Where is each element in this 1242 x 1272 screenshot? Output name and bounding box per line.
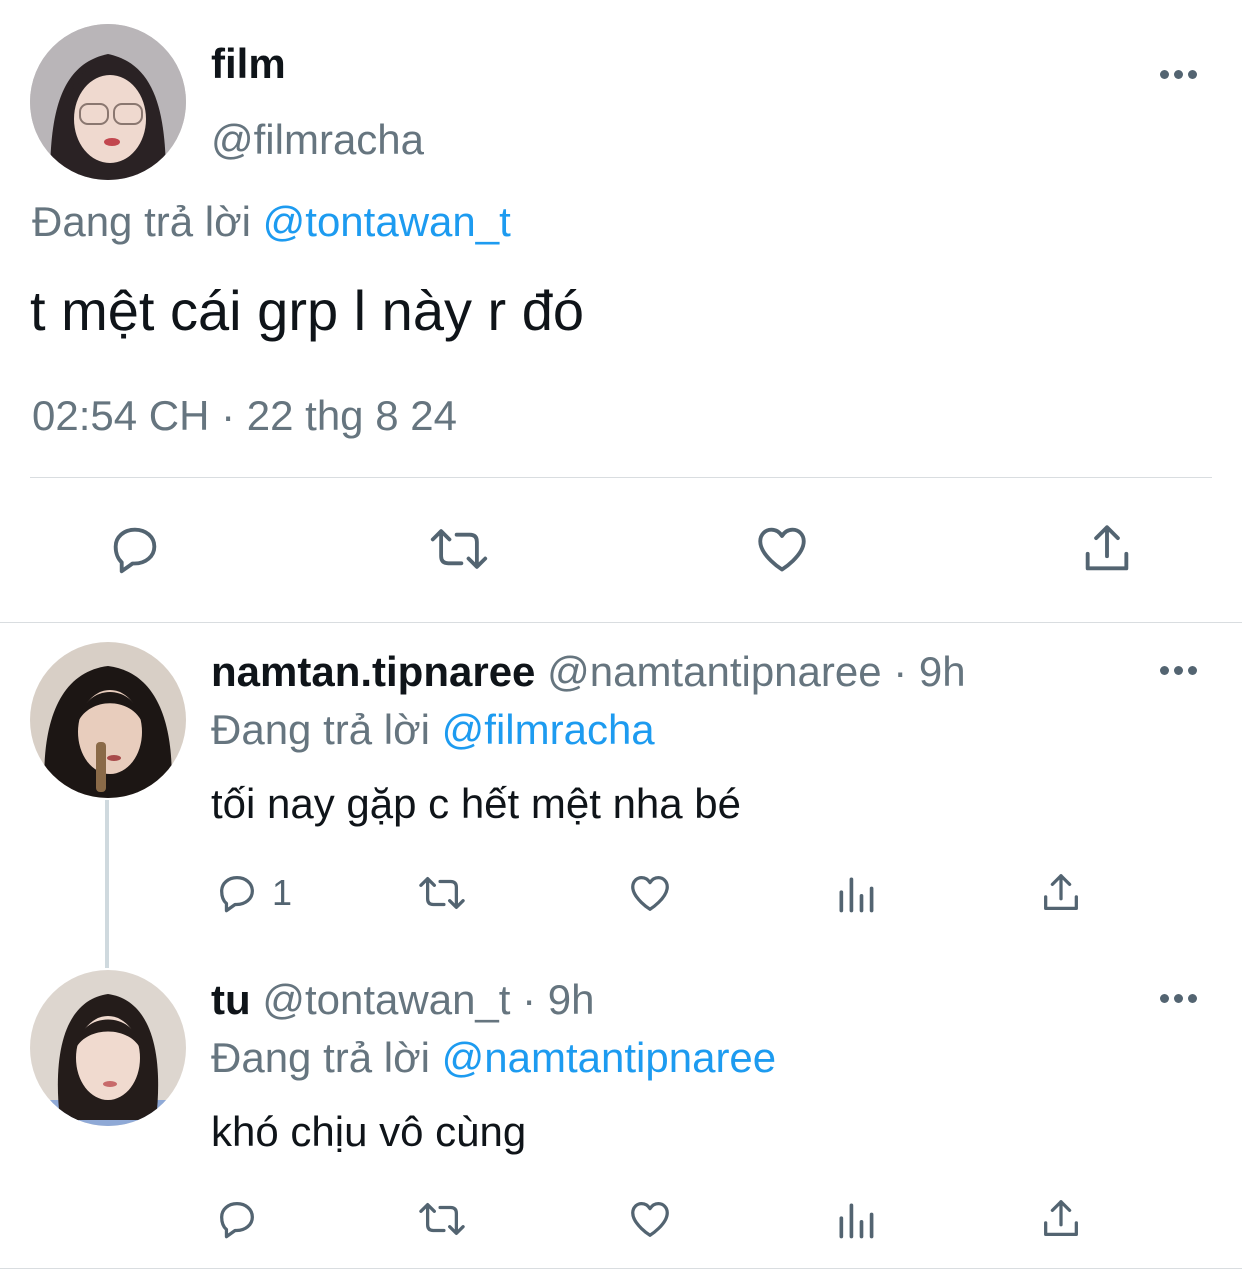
more-icon[interactable] — [1160, 666, 1197, 675]
thread-line — [105, 800, 109, 968]
more-icon[interactable] — [1160, 70, 1197, 79]
bottom-divider — [0, 1268, 1242, 1269]
display-name[interactable]: namtan.tipnaree — [211, 648, 535, 695]
reply-to-link[interactable]: @filmracha — [442, 706, 655, 753]
heart-icon[interactable] — [752, 520, 812, 578]
views-icon[interactable] — [834, 872, 878, 916]
reply-count: 1 — [272, 872, 293, 913]
user-handle[interactable]: @filmracha — [211, 116, 424, 164]
heart-icon[interactable] — [626, 1196, 674, 1242]
display-name[interactable]: tu — [211, 976, 251, 1023]
replying-to: Đang trả lời @namtantipnaree — [211, 1034, 776, 1082]
replying-to: Đang trả lời @tontawan_t — [32, 198, 511, 246]
avatar-namtan[interactable] — [30, 642, 186, 798]
reply-icon[interactable] — [106, 520, 164, 578]
share-icon[interactable] — [1038, 1196, 1084, 1242]
reply-icon[interactable] — [214, 1196, 260, 1242]
reply-text: khó chịu vô cùng — [211, 1108, 527, 1155]
reply-time[interactable]: · 9h — [522, 976, 594, 1023]
tweet-text: t mệt cái grp l này r đó — [30, 279, 585, 342]
more-icon[interactable] — [1160, 994, 1197, 1003]
heart-icon[interactable] — [626, 870, 674, 916]
share-icon[interactable] — [1038, 870, 1084, 916]
retweet-icon[interactable] — [428, 520, 490, 578]
avatar-film[interactable] — [30, 24, 186, 180]
reply-to-link[interactable]: @namtantipnaree — [442, 1034, 777, 1081]
reply-header: tu @tontawan_t · 9h — [211, 976, 595, 1024]
reply-header: namtan.tipnaree @namtantipnaree · 9h — [211, 648, 966, 696]
retweet-icon[interactable] — [416, 870, 468, 916]
reply-prefix: Đang trả lời — [211, 1034, 430, 1081]
reply-icon[interactable] — [214, 870, 260, 916]
tweet-timestamp[interactable]: 02:54 CH · 22 thg 8 24 — [32, 392, 457, 440]
share-icon[interactable] — [1078, 520, 1136, 578]
retweet-icon[interactable] — [416, 1196, 468, 1242]
avatar-tu[interactable] — [30, 970, 186, 1126]
reply-to-link[interactable]: @tontawan_t — [263, 198, 511, 245]
display-name[interactable]: film — [211, 40, 286, 88]
reply-prefix: Đang trả lời — [32, 198, 251, 245]
user-handle[interactable]: @namtantipnaree — [547, 648, 882, 695]
reply-time[interactable]: · 9h — [893, 648, 965, 695]
replying-to: Đang trả lời @filmracha — [211, 706, 655, 754]
section-divider — [0, 622, 1242, 623]
user-handle[interactable]: @tontawan_t — [262, 976, 510, 1023]
reply-action[interactable]: 1 — [214, 870, 292, 916]
reply-text: tối nay gặp c hết mệt nha bé — [211, 780, 742, 827]
reply-prefix: Đang trả lời — [211, 706, 430, 753]
divider — [30, 477, 1212, 478]
views-icon[interactable] — [834, 1198, 878, 1242]
